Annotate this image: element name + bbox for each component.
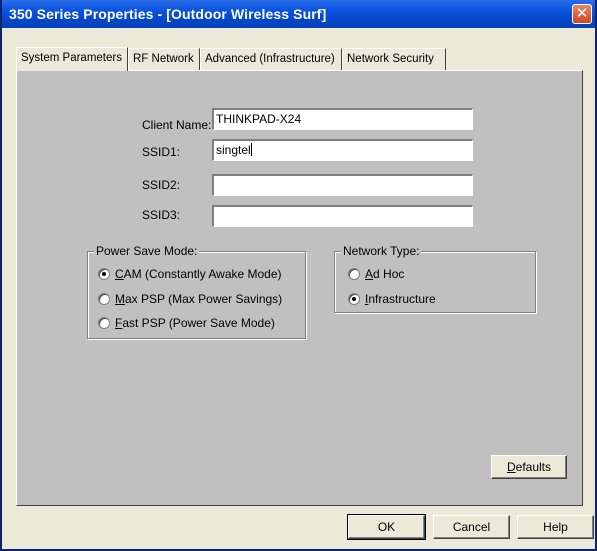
ssid2-field[interactable] [212, 174, 473, 196]
defaults-button[interactable]: Defaults [491, 455, 567, 479]
radio-cam-label: CAM (Constantly Awake Mode) [115, 267, 282, 281]
window-title: 350 Series Properties - [Outdoor Wireles… [9, 6, 327, 22]
radio-max-psp-icon[interactable] [98, 293, 110, 305]
ssid2-label: SSID2: [142, 178, 181, 192]
client-name-field[interactable]: THINKPAD-X24 [212, 108, 473, 130]
ssid3-label: SSID3: [142, 208, 181, 222]
properties-dialog: 350 Series Properties - [Outdoor Wireles… [0, 0, 597, 551]
radio-infrastructure-icon[interactable] [348, 293, 360, 305]
network-type-title: Network Type: [341, 244, 422, 258]
tab-advanced-infrastructure[interactable]: Advanced (Infrastructure) [200, 48, 342, 70]
radio-fast-psp-label: Fast PSP (Power Save Mode) [115, 316, 275, 330]
ssid1-field[interactable]: singtel [212, 139, 473, 161]
close-icon[interactable]: ✕ [572, 4, 592, 24]
radio-ad-hoc-icon[interactable] [348, 268, 360, 280]
radio-ad-hoc-label: Ad Hoc [365, 267, 405, 281]
cancel-button[interactable]: Cancel [433, 515, 510, 539]
network-type-group: Network Type: Ad Hoc Infrastructure [334, 244, 536, 313]
ssid3-field[interactable] [212, 205, 473, 227]
ssid1-label: SSID1: [142, 145, 181, 159]
radio-max-psp-label: Max PSP (Max Power Savings) [115, 292, 283, 306]
tab-network-security[interactable]: Network Security [342, 48, 446, 70]
radio-cam-icon[interactable] [98, 268, 110, 280]
ssid1-value: singtel [216, 143, 251, 157]
client-name-label: Client Name: [142, 118, 212, 132]
text-cursor [250, 143, 252, 156]
ok-button[interactable]: OK [347, 514, 426, 540]
radio-infrastructure-label: Infrastructure [365, 292, 436, 306]
radio-fast-psp-icon[interactable] [98, 317, 110, 329]
tab-system-parameters[interactable]: System Parameters [16, 47, 128, 71]
help-button[interactable]: Help [517, 515, 594, 539]
power-save-mode-title: Power Save Mode: [94, 244, 200, 258]
title-bar[interactable]: 350 Series Properties - [Outdoor Wireles… [2, 0, 595, 28]
power-save-mode-group: Power Save Mode: CAM (Constantly Awake M… [87, 244, 306, 339]
system-parameters-panel: Client Name: THINKPAD-X24 SSID1: singtel… [16, 70, 583, 506]
tab-rf-network[interactable]: RF Network [128, 48, 200, 70]
